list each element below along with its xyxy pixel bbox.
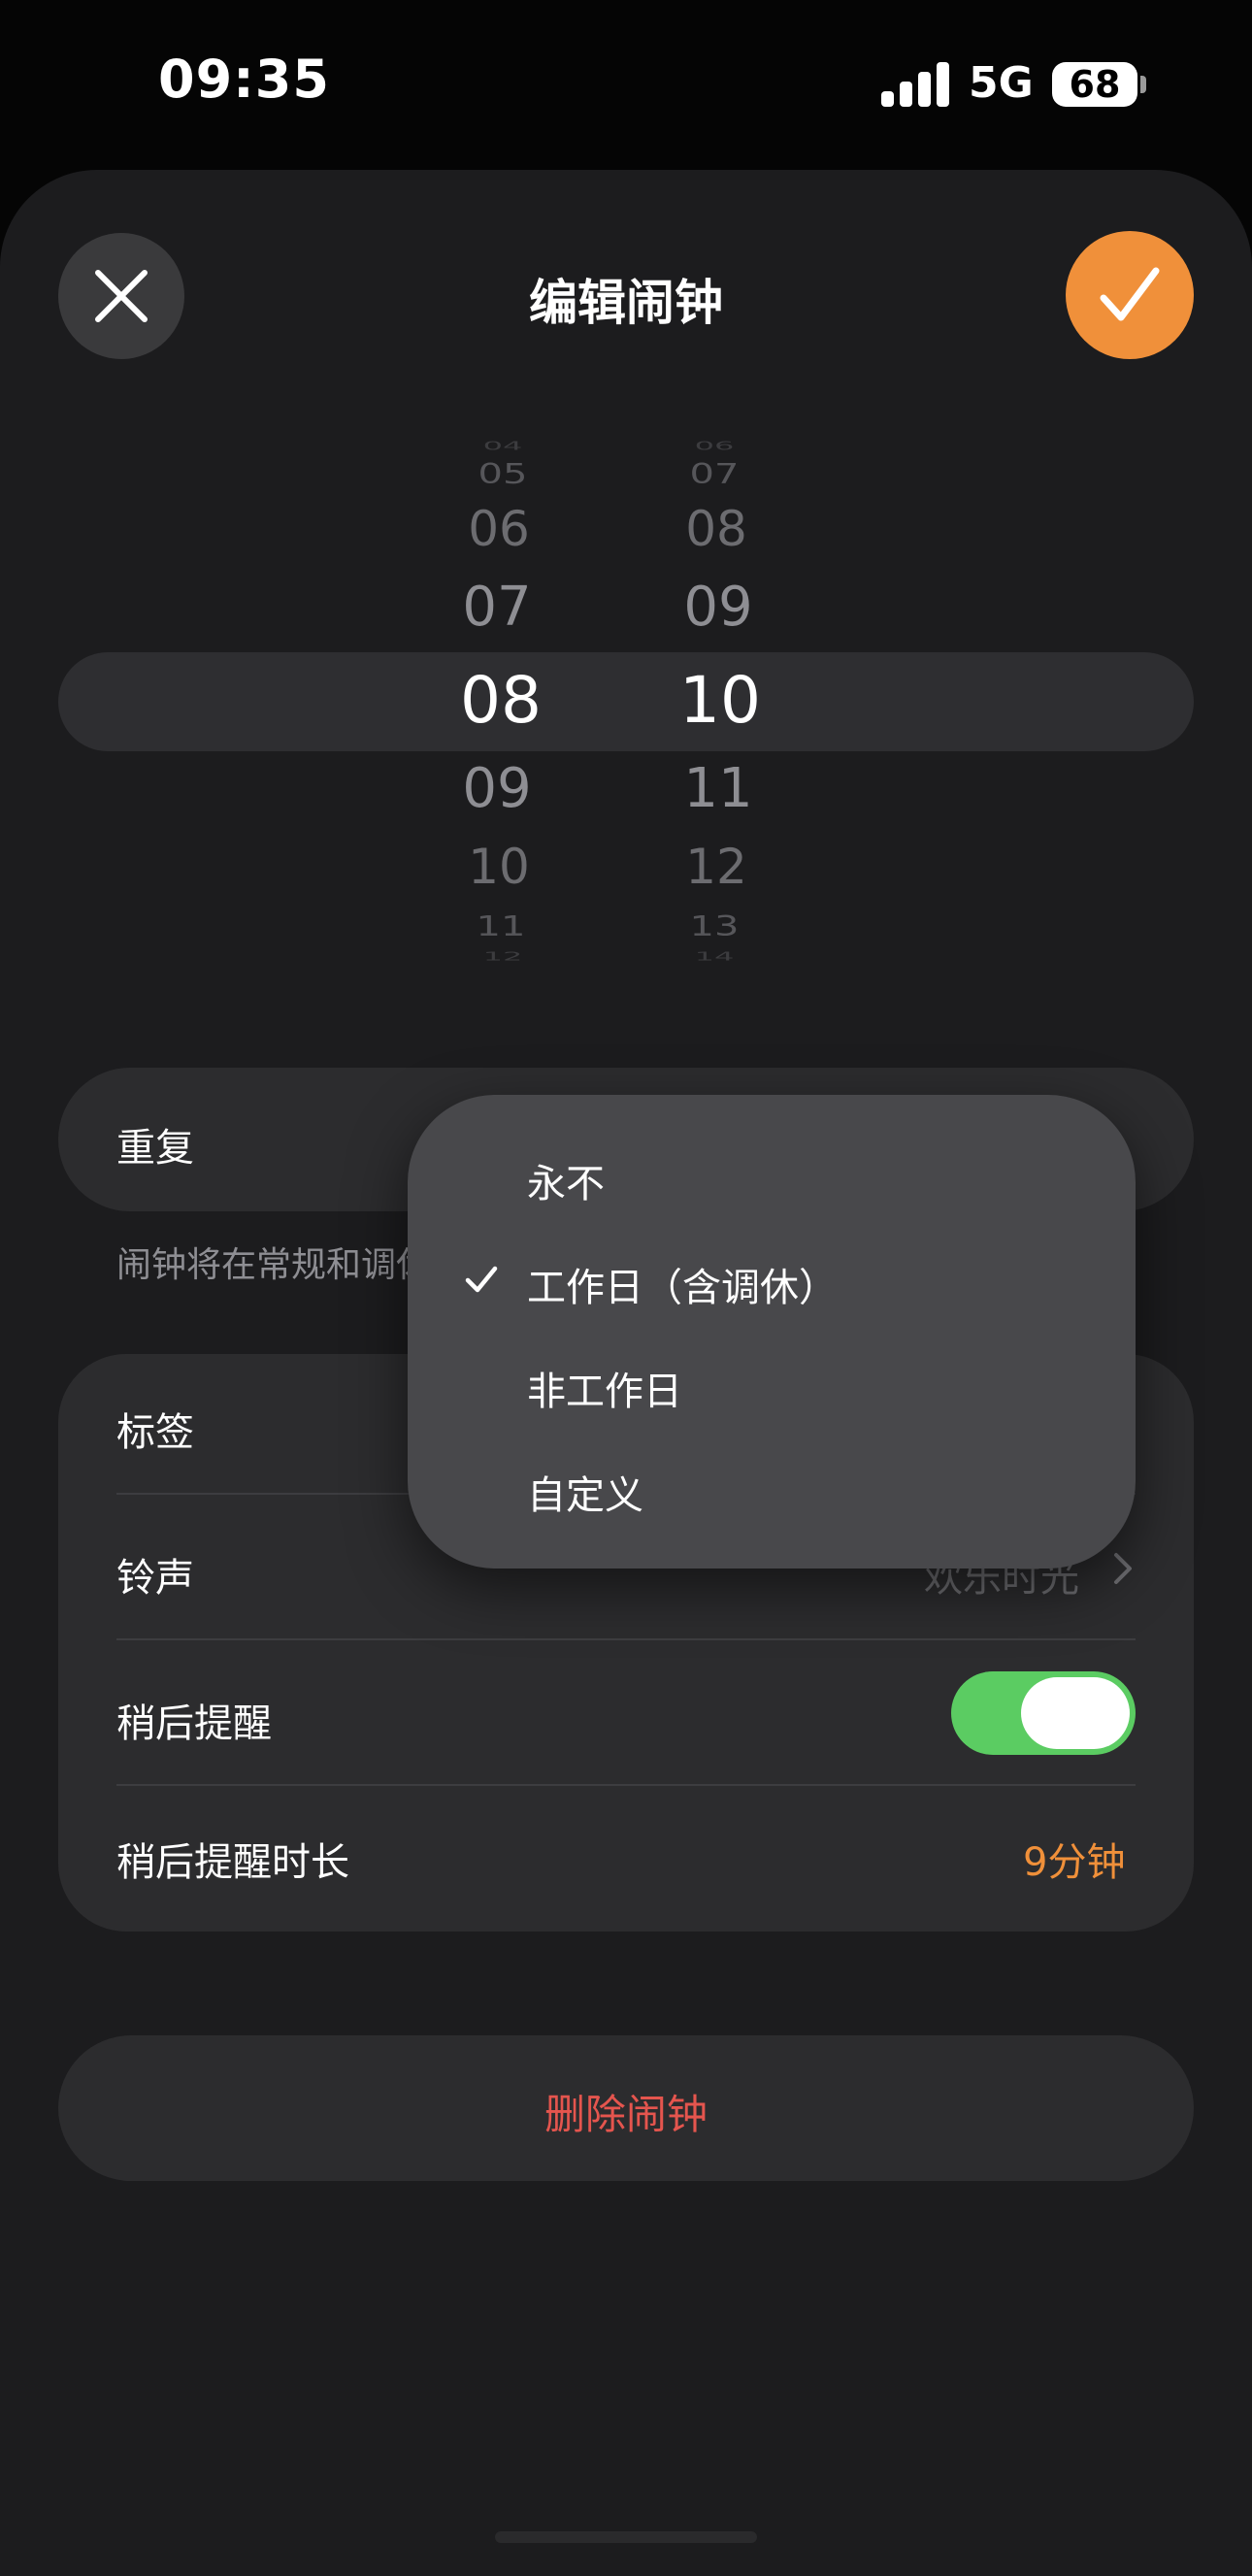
menu-item-never[interactable]: 永不	[527, 1152, 605, 1208]
repeat-menu	[408, 1095, 1136, 1569]
home-indicator	[495, 2531, 757, 2543]
chevron-right-icon	[1114, 1553, 1132, 1584]
menu-item-workdays[interactable]: 工作日（含调休）	[527, 1256, 838, 1312]
minute-option: 11	[683, 757, 753, 820]
hour-option: 06	[468, 501, 530, 557]
minute-option: 14	[694, 948, 735, 964]
ringtone-row-title: 铃声	[116, 1556, 194, 1601]
minute-option: 12	[685, 839, 747, 895]
status-time: 09:35	[158, 49, 330, 110]
checkmark-icon	[1100, 267, 1160, 321]
minute-option: 09	[683, 576, 753, 639]
minute-option: 08	[685, 501, 747, 557]
hour-option: 05	[478, 458, 528, 491]
hour-option: 09	[462, 757, 532, 820]
menu-item-non-workdays[interactable]: 非工作日	[527, 1360, 682, 1416]
battery-icon: 68	[1052, 62, 1137, 107]
page-title: 编辑闹钟	[529, 275, 723, 331]
snooze-row-title: 稍后提醒	[116, 1701, 272, 1746]
snooze-duration-title: 稍后提醒时长	[116, 1840, 349, 1885]
delete-alarm-label: 删除闹钟	[544, 2091, 708, 2138]
battery-level: 68	[1069, 63, 1121, 106]
snooze-toggle-knob	[1021, 1677, 1130, 1749]
hour-option: 07	[462, 576, 532, 639]
hour-option: 10	[468, 839, 530, 895]
snooze-duration-value: 9分钟	[1023, 1840, 1126, 1885]
hour-option: 11	[476, 910, 526, 943]
picker-selection-band	[58, 652, 1194, 751]
repeat-label: 重复	[116, 1126, 194, 1171]
minute-option: 06	[694, 438, 735, 453]
divider	[116, 1638, 1136, 1640]
cellular-signal-icon	[881, 62, 949, 107]
minute-option: 07	[689, 458, 740, 491]
divider	[116, 1784, 1136, 1786]
checkmark-icon	[465, 1266, 498, 1293]
menu-item-custom[interactable]: 自定义	[527, 1464, 643, 1520]
hour-option: 12	[482, 948, 523, 964]
hour-option: 04	[482, 438, 523, 453]
hour-selected: 08	[460, 663, 542, 738]
minute-selected: 10	[679, 663, 761, 738]
minute-option: 13	[689, 910, 740, 943]
label-row-title: 标签	[116, 1410, 194, 1455]
status-bar: 09:35 5G 68	[0, 0, 1252, 165]
network-type: 5G	[969, 58, 1034, 108]
repeat-note: 闹钟将在常规和调休	[116, 1245, 417, 1285]
battery-cap	[1140, 76, 1146, 93]
confirm-button[interactable]	[1066, 231, 1194, 359]
